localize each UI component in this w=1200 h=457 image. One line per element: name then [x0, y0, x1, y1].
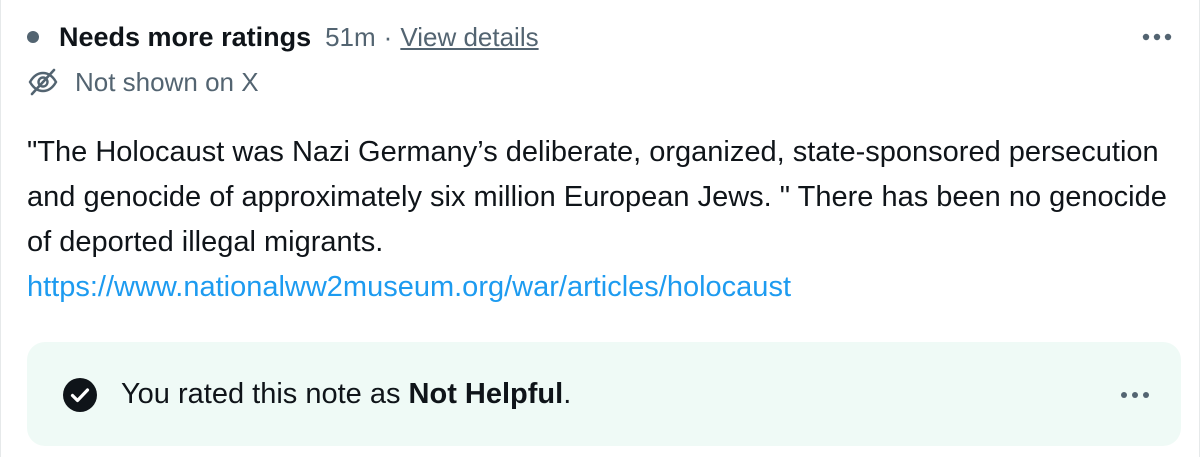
visibility-status: Not shown on X	[27, 62, 259, 102]
your-rating-box: You rated this note as Not Helpful.	[27, 342, 1181, 446]
note-text: "The Holocaust was Nazi Germany’s delibe…	[27, 136, 1175, 258]
timestamp: 51m	[325, 21, 376, 52]
rating-prefix: You rated this note as	[121, 378, 409, 410]
rating-text: You rated this note as Not Helpful.	[121, 374, 571, 414]
status-title: Needs more ratings	[59, 21, 312, 52]
rating-suffix: .	[563, 378, 572, 410]
note-body: "The Holocaust was Nazi Germany’s delibe…	[27, 130, 1167, 310]
visibility-label: Not shown on X	[75, 66, 259, 97]
more-horizontal-icon	[1121, 392, 1149, 398]
note-source-link[interactable]: https://www.nationalww2museum.org/war/ar…	[27, 265, 1167, 310]
more-options-button[interactable]	[1137, 22, 1177, 52]
separator: ·	[383, 21, 393, 52]
note-header: Needs more ratings 51m · View details	[27, 18, 539, 56]
view-details-link[interactable]: View details	[400, 22, 538, 53]
eye-off-icon	[28, 68, 58, 96]
more-horizontal-icon	[1142, 33, 1172, 41]
check-circle-icon	[63, 378, 97, 412]
status-dot	[27, 31, 39, 43]
rating-more-options-button[interactable]	[1115, 380, 1155, 410]
community-note-card: Needs more ratings 51m · View details No…	[0, 0, 1200, 457]
rating-value: Not Helpful	[408, 378, 564, 410]
